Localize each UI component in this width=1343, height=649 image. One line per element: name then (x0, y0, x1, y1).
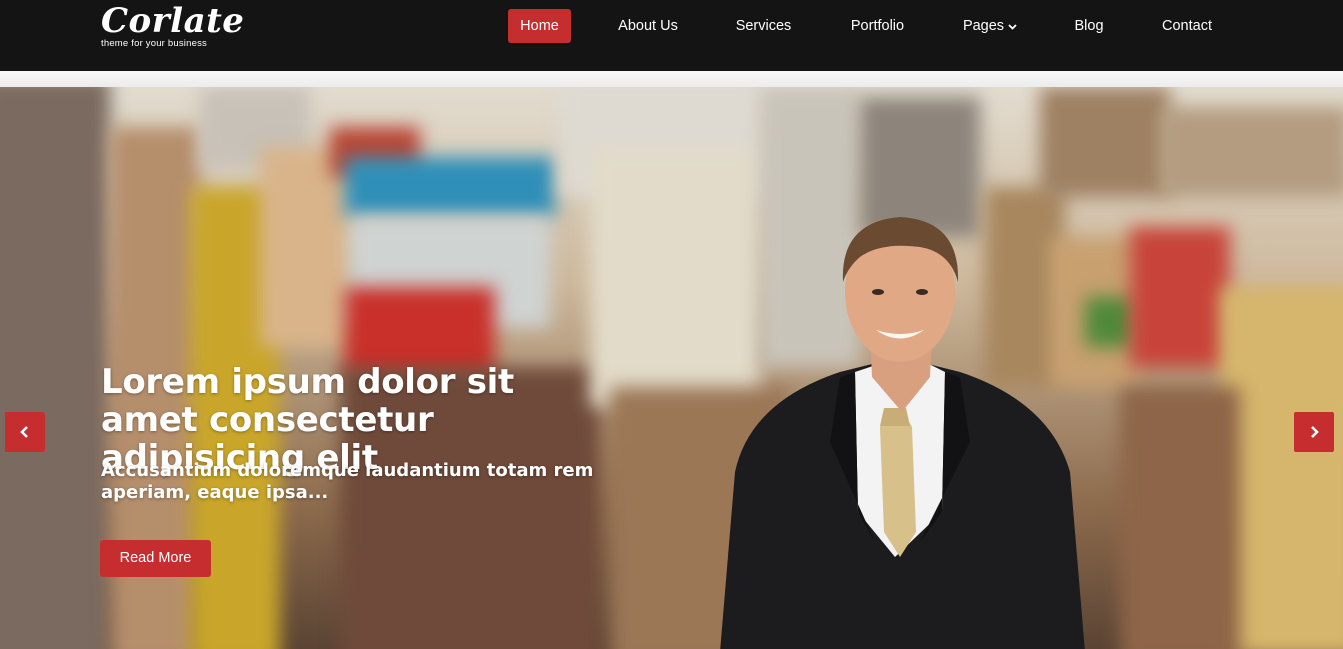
nav-item-blog[interactable]: Blog (1064, 9, 1114, 43)
hero-slider: Lorem ipsum dolor sit amet consectetur a… (0, 87, 1343, 649)
nav-item-portfolio[interactable]: Portfolio (840, 9, 915, 43)
slider-next-button[interactable] (1294, 412, 1334, 452)
nav-item-label: Portfolio (850, 18, 905, 34)
nav-item-label: Contact (1162, 18, 1212, 34)
nav-item-pages[interactable]: Pages (954, 9, 1026, 43)
slider-prev-button[interactable] (5, 412, 45, 452)
site-header: Corlate theme for your business Home Abo… (0, 0, 1343, 71)
hero-subtitle: Accusantium doloremque laudantium totam … (101, 460, 594, 503)
nav-item-label: Services (735, 18, 792, 34)
nav-item-label: Home (520, 18, 559, 34)
nav-item-home[interactable]: Home (508, 9, 571, 43)
chevron-left-icon (20, 426, 28, 438)
nav-item-services[interactable]: Services (727, 9, 800, 43)
nav-item-label: About Us (618, 18, 678, 34)
nav-item-contact[interactable]: Contact (1152, 9, 1222, 43)
chevron-right-icon (1311, 426, 1319, 438)
read-more-button[interactable]: Read More (100, 540, 211, 577)
logo[interactable]: Corlate theme for your business (101, 2, 244, 49)
nav-item-about-us[interactable]: About Us (608, 9, 688, 43)
chevron-down-icon (1008, 9, 1017, 43)
nav-item-label: Blog (1074, 18, 1104, 34)
header-divider (0, 71, 1343, 87)
hero-person-image (720, 217, 1085, 649)
logo-name: Corlate (101, 1, 245, 41)
nav-item-label: Pages (962, 18, 1005, 34)
